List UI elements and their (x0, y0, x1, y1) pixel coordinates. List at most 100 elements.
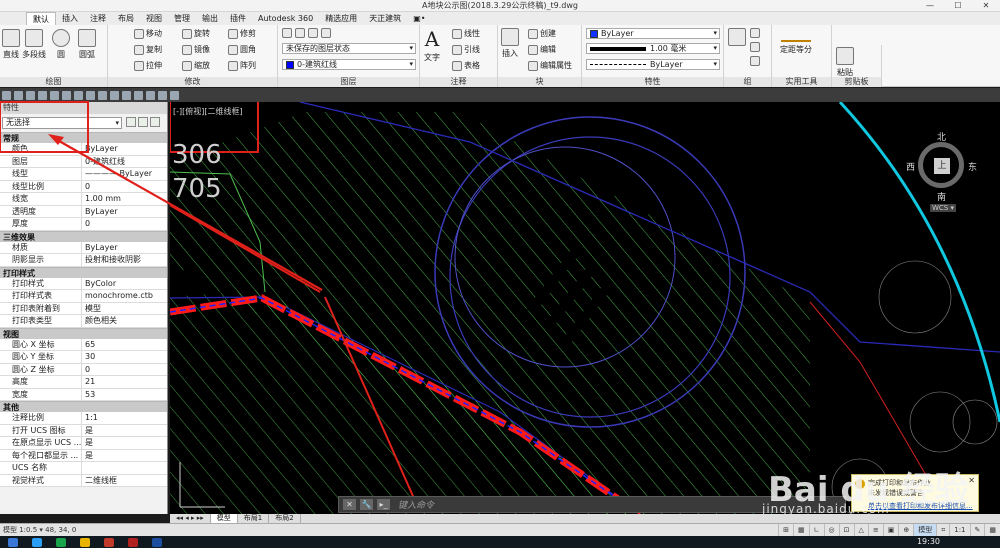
tab-layout2[interactable]: 布局2 (269, 514, 301, 523)
minimize-button[interactable]: — (916, 0, 944, 12)
property-value[interactable]: 0 (82, 181, 167, 193)
compass-east[interactable]: 东 (968, 160, 977, 173)
stretch-button[interactable]: 拉伸 (134, 60, 162, 71)
maximize-button[interactable]: ☐ (944, 0, 972, 12)
tab-layout1[interactable]: 布局1 (238, 514, 270, 523)
layer-tool-icon-4[interactable] (38, 90, 47, 100)
toggle-pickadd-icon[interactable] (126, 117, 136, 127)
command-input[interactable]: 键入命令 (398, 498, 434, 511)
drawing-canvas[interactable]: [-][俯视][二维线框] 306 705 北 西 东 南 上 WCS ▾ (170, 102, 1000, 514)
explorer-icon[interactable] (80, 537, 90, 547)
property-row[interactable]: 图层 0-建筑红线 (0, 155, 167, 168)
leader-button[interactable]: 引线 (452, 44, 480, 55)
property-value[interactable]: 21 (82, 376, 167, 388)
layer-tool-icon-14[interactable] (158, 90, 167, 100)
tab-plugins[interactable]: 插件 (224, 12, 252, 25)
property-value[interactable]: 是 (82, 450, 167, 462)
line-tool[interactable]: 直线 (2, 29, 20, 60)
compass-south[interactable]: 南 (937, 190, 946, 203)
property-value[interactable]: ByColor (82, 278, 167, 290)
color-dropdown[interactable]: ByLayer (586, 28, 720, 39)
property-row[interactable]: 圆心 Y 坐标 30 (0, 351, 167, 364)
tab-tangent[interactable]: 天正建筑 (363, 12, 407, 25)
layer-tool-icon-13[interactable] (146, 90, 155, 100)
property-value[interactable]: ByLayer (82, 206, 167, 218)
app-icon-red[interactable] (104, 537, 114, 547)
property-row[interactable]: 打印样式表 monochrome.ctb (0, 290, 167, 303)
section-header[interactable]: 其他 (0, 401, 167, 412)
property-row[interactable]: 阴影显示 投射和接收阴影 (0, 254, 167, 267)
property-row[interactable]: 圆心 X 坐标 65 (0, 338, 167, 351)
property-value[interactable]: ———— ByLayer (82, 168, 167, 180)
layer-tool-icon-9[interactable] (98, 90, 107, 100)
section-header[interactable]: 打印样式 (0, 266, 167, 278)
table-button[interactable]: 表格 (452, 60, 480, 71)
linear-dim-button[interactable]: 线性 (452, 28, 480, 39)
property-row[interactable]: 打开 UCS 图标是 (0, 424, 167, 437)
start-icon[interactable] (8, 537, 18, 547)
insert-block-button[interactable]: 插入 (501, 28, 519, 59)
tab-manage[interactable]: 管理 (168, 12, 196, 25)
viewport-label[interactable]: [-][俯视][二维线框] (173, 106, 243, 117)
status-lineweight-toggle[interactable]: ≡ (867, 524, 883, 536)
selection-dropdown[interactable]: 无选择 (2, 117, 122, 129)
group-select-icon[interactable] (750, 56, 760, 66)
layer-tool-icon-11[interactable] (122, 90, 131, 100)
status-osnap-toggle[interactable]: ⊡ (838, 524, 854, 536)
layer-tool-icon-12[interactable] (134, 90, 143, 100)
property-value[interactable]: 65 (82, 339, 167, 351)
autocad-icon[interactable] (128, 537, 138, 547)
viewcube[interactable]: 北 西 东 南 上 WCS ▾ (906, 130, 977, 212)
compass-north[interactable]: 北 (937, 130, 946, 143)
compass-west[interactable]: 西 (906, 160, 915, 173)
measure-divide-button[interactable]: 定距等分 (780, 28, 812, 55)
property-row[interactable]: 颜色 ByLayer (0, 143, 167, 156)
property-value[interactable]: 颜色相关 (82, 315, 167, 327)
layer-properties-icon[interactable] (282, 28, 292, 38)
mirror-button[interactable]: 镜像 (182, 44, 210, 55)
tab-more[interactable]: ▣• (407, 12, 431, 25)
tab-annotate[interactable]: 注释 (84, 12, 112, 25)
status-annotation-scale[interactable]: 1:1 (949, 524, 969, 536)
property-row[interactable]: 打印表类型 颜色相关 (0, 315, 167, 328)
section-header[interactable]: 常规 (0, 132, 167, 143)
paste-button[interactable]: 粘贴 (836, 47, 854, 78)
tab-featured-apps[interactable]: 精选应用 (319, 12, 363, 25)
select-objects-icon[interactable] (138, 117, 148, 127)
property-row[interactable]: 线型比例 0 (0, 180, 167, 193)
property-row[interactable]: 打印样式 ByColor (0, 277, 167, 290)
tab-model[interactable]: 模型 (210, 514, 238, 523)
property-row[interactable]: 宽度 53 (0, 388, 167, 401)
status-selection-cycle[interactable]: ⊕ (898, 524, 913, 536)
property-value[interactable]: ByLayer (82, 143, 167, 155)
tab-layout[interactable]: 布局 (112, 12, 140, 25)
property-row[interactable]: 每个视口都显示 ... 是 (0, 449, 167, 462)
status-customize[interactable]: ▦ (984, 524, 1000, 536)
tab-autodesk360[interactable]: Autodesk 360 (252, 12, 319, 25)
property-value[interactable]: 二维线框 (82, 475, 167, 487)
text-tool[interactable]: A 文字 (424, 28, 440, 63)
layer-tool-icon-1[interactable] (2, 90, 11, 100)
browser-icon[interactable] (32, 537, 42, 547)
section-header[interactable]: 三维效果 (0, 230, 167, 242)
command-customize-icon[interactable]: 🔧 (360, 499, 373, 510)
scale-button[interactable]: 缩放 (182, 60, 210, 71)
property-value[interactable]: 模型 (82, 303, 167, 315)
layer-tool-icon-5[interactable] (50, 90, 59, 100)
command-close-button[interactable]: ✕ (343, 499, 356, 510)
layout-nav-arrows[interactable]: ◂◂ ◂ ▸ ▸▸ (170, 514, 211, 523)
edit-attributes-button[interactable]: 编辑属性 (528, 60, 572, 71)
trim-button[interactable]: 修剪 (228, 28, 256, 39)
group-button[interactable] (728, 28, 746, 46)
property-value[interactable]: 53 (82, 389, 167, 401)
quick-select-icon[interactable] (150, 117, 160, 127)
property-row[interactable]: 材质 ByLayer (0, 241, 167, 254)
layer-tool-icon-15[interactable] (170, 90, 179, 100)
property-value[interactable]: 30 (82, 351, 167, 363)
layer-tool-icon-8[interactable] (86, 90, 95, 100)
status-ortho-toggle[interactable]: ∟ (808, 524, 824, 536)
property-value[interactable]: 投射和接收阴影 (82, 254, 167, 266)
property-value[interactable]: 0-建筑红线 (82, 156, 167, 168)
property-row[interactable]: 线宽 1.00 mm (0, 193, 167, 206)
array-button[interactable]: 阵列 (228, 60, 256, 71)
